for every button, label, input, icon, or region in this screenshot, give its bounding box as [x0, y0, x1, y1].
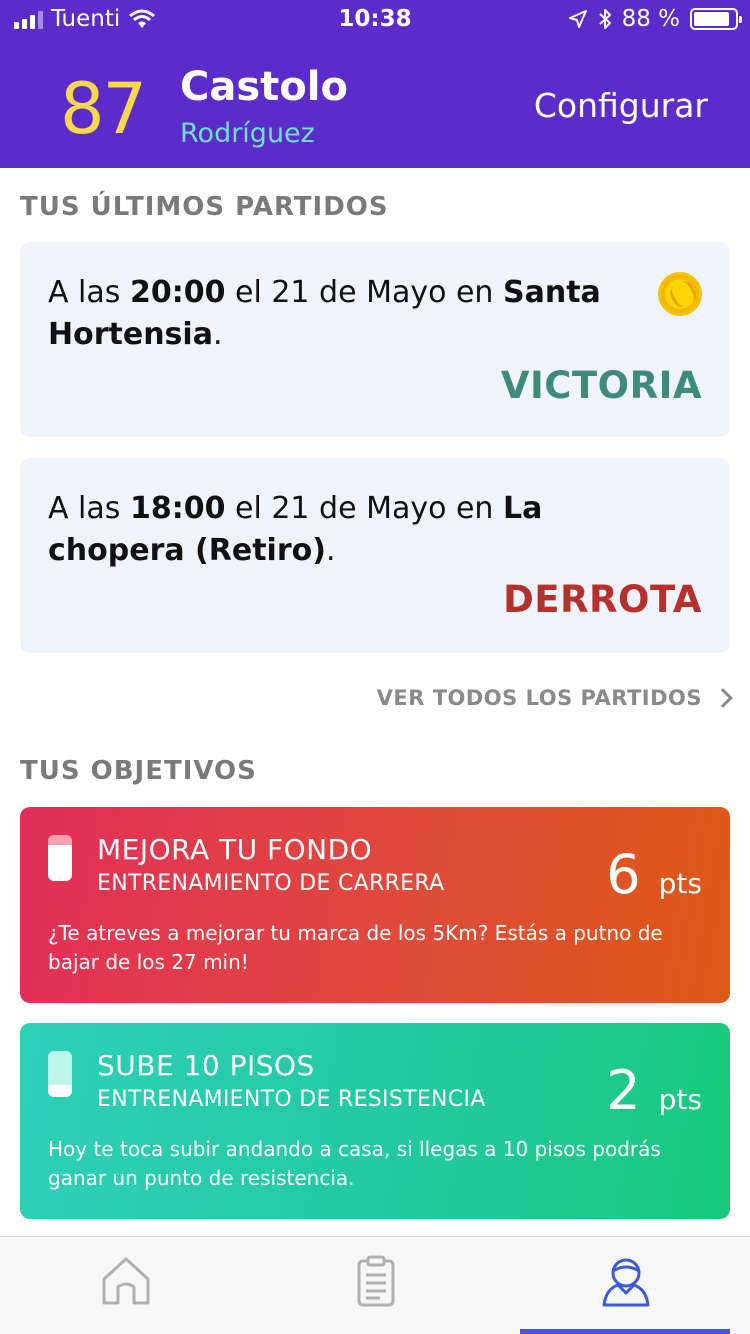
goals-section-title: TUS OBJETIVOS	[20, 756, 257, 786]
active-tab-indicator	[520, 1329, 730, 1334]
tab-clipboard[interactable]	[346, 1251, 406, 1311]
clipboard-icon	[357, 1255, 395, 1307]
progress-gauge-icon	[48, 835, 72, 881]
coin-icon	[658, 272, 702, 316]
location-arrow-icon	[568, 10, 587, 28]
profile-icon	[602, 1258, 650, 1307]
goal-subtitle: ENTRENAMIENTO DE CARRERA	[97, 871, 445, 896]
goal-title: MEJORA TU FONDO	[97, 833, 373, 866]
player-first-name: Castolo	[180, 64, 348, 110]
goal-description: Hoy te toca subir andando a casa, si lle…	[48, 1137, 661, 1190]
goal-points: 6 pts	[606, 843, 702, 906]
match-description: A las 20:00 el 21 de Mayo en Santa Horte…	[48, 275, 601, 352]
see-all-label: VER TODOS LOS PARTIDOS	[376, 686, 702, 710]
goal-points-unit: pts	[658, 1083, 702, 1116]
goal-points-unit: pts	[658, 867, 702, 900]
see-all-matches-link[interactable]: VER TODOS LOS PARTIDOS	[376, 686, 733, 710]
bluetooth-icon	[598, 9, 611, 29]
progress-gauge-icon	[48, 1051, 72, 1097]
player-last-name: Rodríguez	[180, 118, 315, 149]
goal-description: ¿Te atreves a mejorar tu marca de los 5K…	[48, 921, 663, 974]
match-result-badge: DERROTA	[503, 578, 702, 621]
battery-icon	[690, 8, 742, 30]
tab-home[interactable]	[96, 1251, 156, 1311]
goal-points-value: 6	[606, 843, 641, 906]
home-icon	[102, 1257, 150, 1305]
goal-card[interactable]: MEJORA TU FONDO ENTRENAMIENTO DE CARRERA…	[20, 807, 730, 1003]
goal-points-value: 2	[606, 1059, 641, 1122]
battery-percent: 88 %	[621, 6, 680, 32]
tab-profile[interactable]	[596, 1251, 656, 1311]
app-header: Tuenti 10:38 88 % 87 Castolo Rodríguez C…	[0, 0, 750, 168]
match-card[interactable]: A las 20:00 el 21 de Mayo en Santa Horte…	[20, 242, 730, 437]
match-description: A las 18:00 el 21 de Mayo en La chopera …	[48, 491, 543, 568]
tab-bar	[0, 1236, 750, 1334]
goal-subtitle: ENTRENAMIENTO DE RESISTENCIA	[97, 1087, 486, 1112]
configure-button[interactable]: Configurar	[534, 86, 708, 125]
match-result-badge: VICTORIA	[500, 364, 702, 407]
goal-card[interactable]: SUBE 10 PISOS ENTRENAMIENTO DE RESISTENC…	[20, 1023, 730, 1219]
goal-points: 2 pts	[606, 1059, 702, 1122]
match-card[interactable]: A las 18:00 el 21 de Mayo en La chopera …	[20, 458, 730, 653]
player-score: 87	[60, 68, 147, 150]
status-bar: Tuenti 10:38 88 %	[0, 0, 750, 40]
goal-title: SUBE 10 PISOS	[97, 1049, 315, 1082]
chevron-right-icon	[713, 688, 733, 708]
matches-section-title: TUS ÚLTIMOS PARTIDOS	[20, 192, 389, 222]
